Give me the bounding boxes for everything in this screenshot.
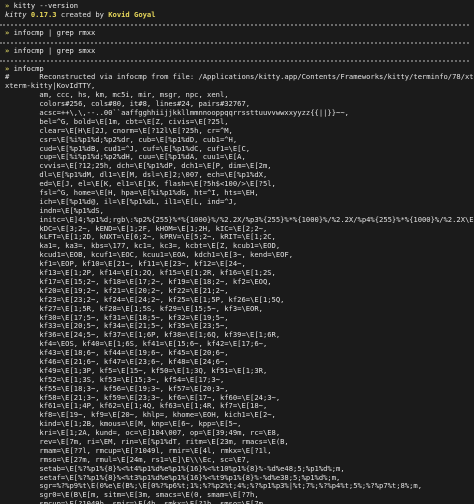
output-line: smcup=\E[?1049h, smir=\E[4h, smkx=\E[?1h… <box>5 500 474 504</box>
output-line: kf49=\E[1;3P, kf5=\E[15~, kf50=\E[1;3Q, … <box>5 366 268 375</box>
output-line: initc=\E]4;%p1%d;rgb\:%p2%{255}%*%{1000}… <box>5 215 474 224</box>
output-line: acsc=++\,\,--..00``aaffgghhiijjkkllmmnno… <box>5 109 349 118</box>
output-line: kf8=\E[19~, kf9=\E[20~, khlp=, khome=\EO… <box>5 411 276 420</box>
output-line: kf58=\E[21;3~, kf59=\E[23;3~, kf6=\E[17~… <box>5 393 281 402</box>
output-line: fsl=^G, home=\E[H, hpa=\E[%i%p1%dG, ht=^… <box>5 189 259 198</box>
output-line: kitty 0.17.3 created by Kovid Goyal <box>5 11 474 20</box>
prompt-line: » infocmp | grep rmxx <box>5 29 474 38</box>
output-line: indn=\E[%p1%dS, <box>5 206 104 215</box>
command-block-version: » kitty --version kitty 0.17.3 created b… <box>5 2 474 20</box>
output-line: ed=\E[J, el=\E[K, el1=\E[1K, flash=\E[?5… <box>5 180 276 189</box>
output-line: cud=\E[%p1%dB, cud1=^J, cuf=\E[%p1%dC, c… <box>5 144 251 153</box>
prompt-separator <box>0 23 469 26</box>
output-line: kf4=\EOS, kf40=\E[1;6S, kf41=\E[15;6~, k… <box>5 340 268 349</box>
output-line: ich=\E[%p1%d@, il=\E[%p1%dL, il1=\E[L, i… <box>5 197 238 206</box>
prompt-arrow: » <box>5 64 10 73</box>
infocmp-output: # Reconstructed via infocmp from file: /… <box>5 73 474 504</box>
output-line: kf52=\E[1;3S, kf53=\E[15;3~, kf54=\E[17;… <box>5 375 225 384</box>
output-line: kf20=\E[19;2~, kf21=\E[20;2~, kf22=\E[21… <box>5 286 229 295</box>
prompt-separator <box>0 59 469 62</box>
prompt-arrow: » <box>5 28 10 37</box>
output-line: kf55=\E[18;3~, kf56=\E[19;3~, kf57=\E[20… <box>5 384 229 393</box>
output-line: # Reconstructed via infocmp from file: /… <box>5 73 474 82</box>
command-text: infocmp | grep rmxx <box>13 28 96 37</box>
prompt-arrow: » <box>5 46 10 55</box>
prompt-separator <box>0 41 469 44</box>
command-text: kitty --version <box>13 2 79 10</box>
prompt-line: » infocmp <box>5 65 474 74</box>
output-line: cvvis=\E[?12;25h, dch=\E[%p1%dP, dch1=\E… <box>5 162 272 171</box>
output-line: am, ccc, hs, km, mc5i, mir, msgr, npc, x… <box>5 91 229 100</box>
output-line: kf46=\E[21;6~, kf47=\E[23;6~, kf48=\E[24… <box>5 357 229 366</box>
output-program-name: kitty <box>5 10 27 19</box>
command-block-grep-smxx: » infocmp | grep smxx <box>5 47 474 56</box>
output-line: kLFT=\E[1;2D, kNXT=\E[6;2~, kPRV=\E[5;2~… <box>5 233 276 242</box>
prompt-arrow: » <box>5 2 10 10</box>
output-line: sgr0=\E(B\E[m, sitm=\E[3m, smacs=\E(0, s… <box>5 491 259 500</box>
output-version: 0.17.3 <box>30 10 57 19</box>
output-line: cup=\E[%i%p1%d;%p2%dH, cuu=\E[%p1%dA, cu… <box>5 153 246 162</box>
output-line: kf61=\E[1;4P, kf62=\E[1;4Q, kf63=\E[1;4R… <box>5 402 268 411</box>
terminal-window[interactable]: » kitty --version kitty 0.17.3 created b… <box>0 0 474 504</box>
command-block-grep-rmxx: » infocmp | grep rmxx <box>5 29 474 38</box>
command-block-infocmp: » infocmp # Reconstructed via infocmp fr… <box>5 65 474 504</box>
output-line: ka1=, ka3=, kbs=\177, kc1=, kc3=, kcbt=\… <box>5 242 281 251</box>
output-line: kf23=\E[23;2~, kf24=\E[24;2~, kf25=\E[1;… <box>5 295 285 304</box>
command-text: infocmp <box>13 64 44 73</box>
command-text: infocmp | grep smxx <box>13 46 96 55</box>
output-line: sgr=%?%p9%t\E(0%e\E(B%;\E[0%?%p6%t;1%;%?… <box>5 482 423 491</box>
output-line: kf1=\EOP, kf10=\E[21~, kf11=\E[23~, kf12… <box>5 260 246 269</box>
prompt-line: » kitty --version <box>5 2 474 11</box>
output-line: colors#256, cols#80, it#8, lines#24, pai… <box>5 100 251 109</box>
output-line: csr=\E[%i%p1%d;%p2%dr, cub=\E[%p1%dD, cu… <box>5 135 238 144</box>
output-line: kcud1=\EOB, kcuf1=\EOC, kcuu1=\EOA, kdch… <box>5 251 294 260</box>
output-line: kf13=\E[1;2P, kf14=\E[1;2Q, kf15=\E[1;2R… <box>5 269 276 278</box>
output-author: Kovid Goyal <box>108 10 156 19</box>
output-line: kDC=\E[3;2~, kEND=\E[1;2F, kHOM=\E[1;2H,… <box>5 224 268 233</box>
output-line: dl=\E[%p1%dM, dl1=\E[M, dsl=\E]2;\007, e… <box>5 171 268 180</box>
output-line: setaf=\E[%?%p1%{8}%<%t3%p1%d%e%p1%{16}%<… <box>5 473 341 482</box>
output-line: kf27=\E[1;5R, kf28=\E[1;5S, kf29=\E[15;5… <box>5 304 263 313</box>
output-line: xterm-kitty|KovIdTTY, <box>5 82 96 91</box>
output-line: kri=\E[1;2A, kund=, oc=\E]104\007, op=\E… <box>5 429 281 438</box>
output-created-by: created by <box>60 10 104 19</box>
output-line: kf43=\E[18;6~, kf44=\E[19;6~, kf45=\E[20… <box>5 349 229 358</box>
output-line: kind=\E[1;2B, kmous=\E[M, knp=\E[6~, kpp… <box>5 420 242 429</box>
output-line: kf36=\E[24;5~, kf37=\E[1;6P, kf38=\E[1;6… <box>5 331 281 340</box>
prompt-line: » infocmp | grep smxx <box>5 47 474 56</box>
output-line: kf33=\E[20;5~, kf34=\E[21;5~, kf35=\E[23… <box>5 322 229 331</box>
output-line: rev=\E[7m, ri=\EM, rin=\E[%p1%dT, ritm=\… <box>5 437 289 446</box>
output-line: rmso=\E[27m, rmul=\E[24m, rs1=\E]\E\\\Ec… <box>5 455 251 464</box>
output-line: clear=\E[H\E[2J, cnorm=\E[?12l\E[?25h, c… <box>5 126 233 135</box>
output-line: kf17=\E[15;2~, kf18=\E[17;2~, kf19=\E[18… <box>5 277 272 286</box>
output-line: bel=^G, bold=\E[1m, cbt=\E[Z, civis=\E[?… <box>5 117 229 126</box>
output-line: setab=\E[%?%p1%{8}%<%t4%p1%d%e%p1%{16}%<… <box>5 464 345 473</box>
output-line: rmam=\E[?7l, rmcup=\E[?1049l, rmir=\E[4l… <box>5 446 272 455</box>
output-line: kf30=\E[17;5~, kf31=\E[18;5~, kf32=\E[19… <box>5 313 229 322</box>
